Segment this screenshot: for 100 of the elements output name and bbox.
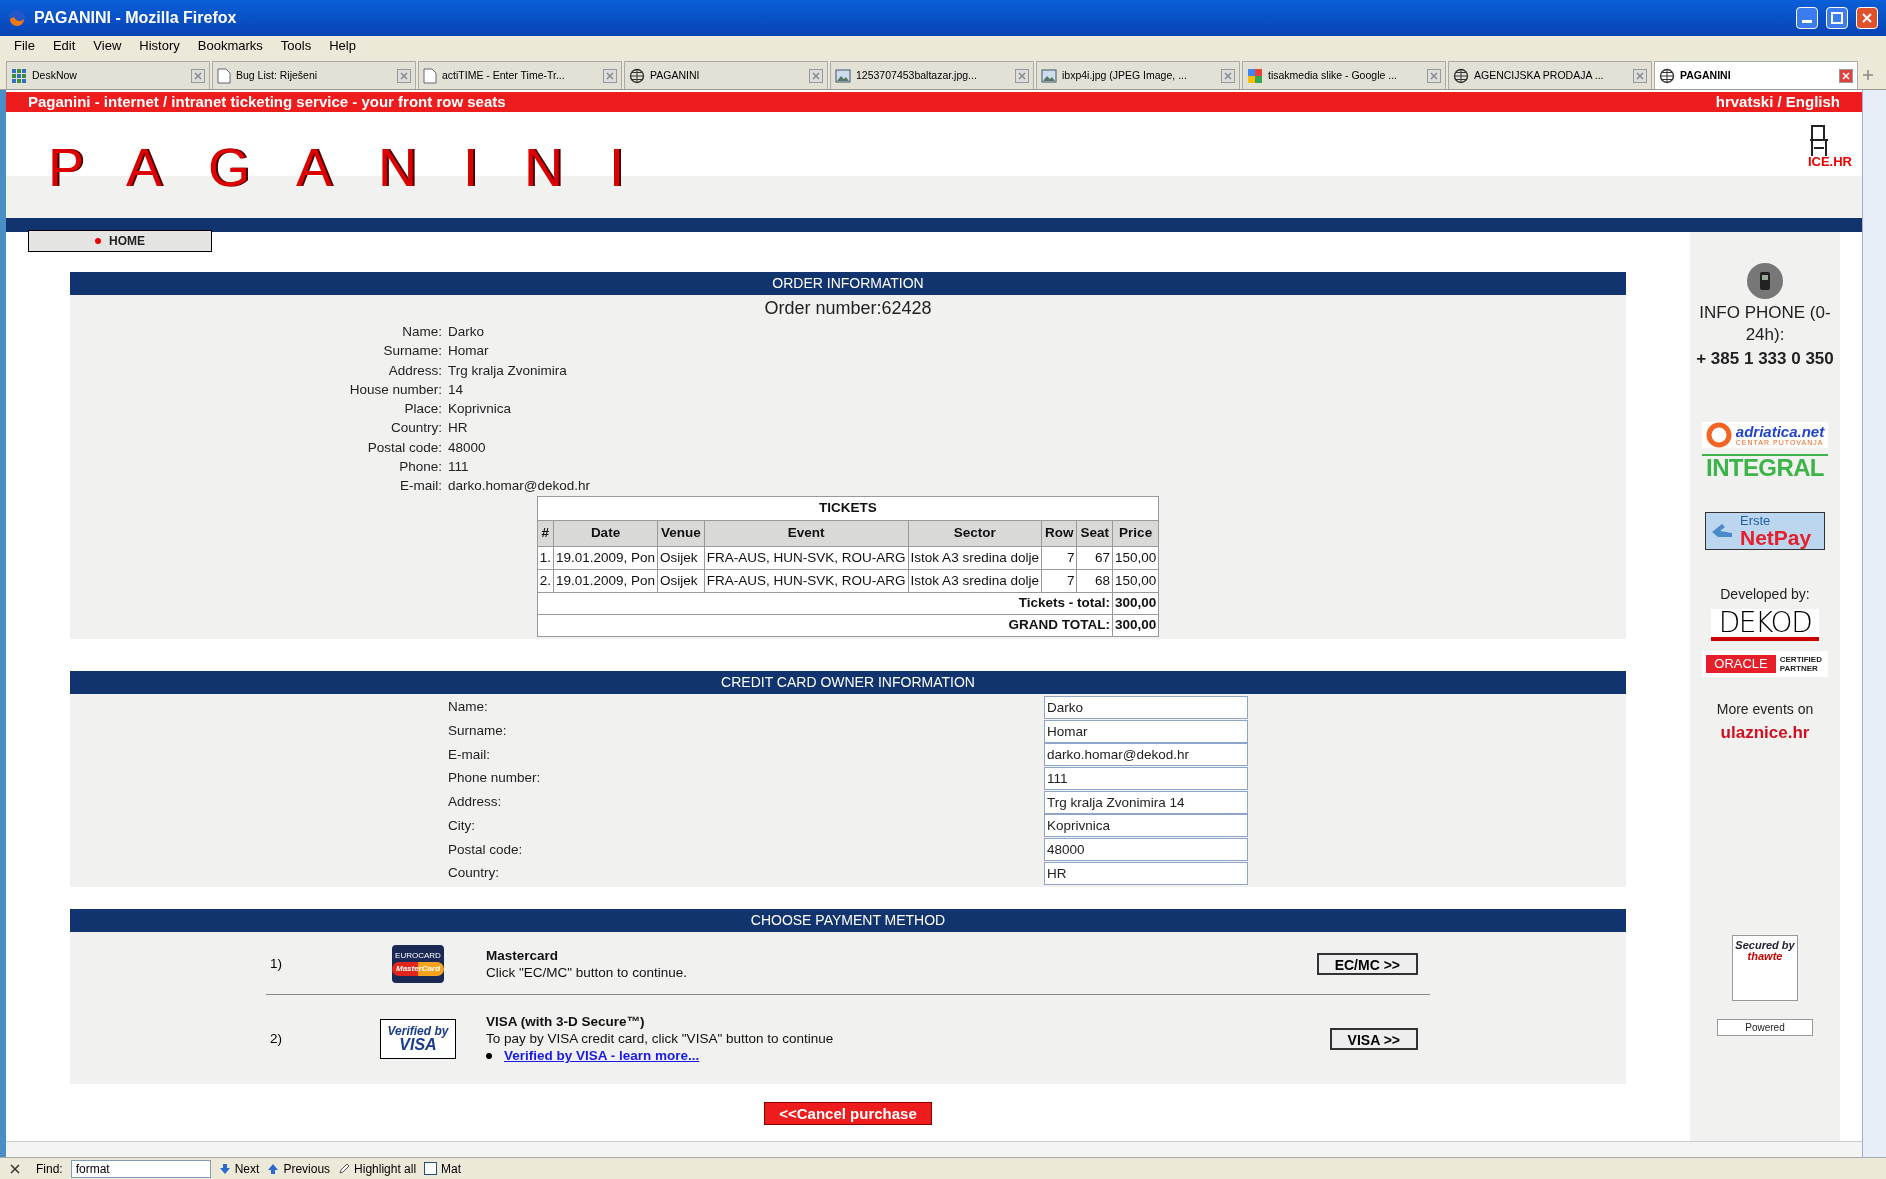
menu-item[interactable]: File: [14, 36, 35, 56]
tab-label: tisakmedia slike - Google ...: [1268, 67, 1398, 83]
new-tab-icon[interactable]: [1860, 67, 1876, 83]
field-label: Surname:: [382, 342, 442, 361]
find-label: Find:: [36, 1160, 63, 1178]
field-value: Darko: [448, 323, 485, 341]
down-arrow-icon: [218, 1162, 231, 1175]
tab-label: DeskNow: [32, 67, 78, 83]
mobile-phone-icon: [1746, 262, 1784, 300]
page-icon: [423, 67, 437, 84]
tab-label: AGENCIJSKA PRODAJA ...: [1474, 67, 1605, 83]
window-title: PAGANINI - Mozilla Firefox: [34, 8, 238, 28]
browser-tab[interactable]: AGENCIJSKA PRODAJA ...: [1448, 61, 1652, 89]
field-value: HR: [448, 419, 469, 438]
input-field[interactable]: Koprivnica: [1044, 814, 1248, 838]
browser-icon: [8, 9, 26, 27]
field-value: 14: [448, 380, 465, 399]
maximize-button[interactable]: [1826, 7, 1848, 29]
payment-button[interactable]: EC/MC >>: [1316, 953, 1418, 976]
pencil-icon: [338, 1162, 351, 1175]
menu-item[interactable]: View: [93, 36, 122, 56]
minimize-button[interactable]: [1796, 7, 1818, 29]
method-number: 1): [269, 955, 283, 974]
oracle-partner-logo: ORACLE CERTIFIED PARTNER: [1702, 650, 1828, 677]
table-cell: Istok A3 sredina dolje: [908, 546, 1042, 570]
powered-badge: Powered: [1717, 1019, 1813, 1036]
field-label: E-mail:: [399, 477, 442, 496]
nav-button[interactable]: HOME: [28, 230, 212, 252]
find-next-button[interactable]: Next: [218, 1159, 260, 1178]
tab-label: PAGANINI: [650, 67, 701, 83]
field-value: darko.homar@dekod.hr: [448, 477, 592, 496]
browser-tab[interactable]: actiTIME - Enter Time-Tr...: [418, 61, 622, 89]
field-label: Country:: [448, 864, 501, 883]
table-cell: 67: [1076, 546, 1113, 570]
column-header: Event: [704, 520, 909, 547]
learn-more-link[interactable]: Verified by VISA - learn more...: [504, 1047, 700, 1065]
more-events-label: More events on: [1716, 699, 1814, 719]
input-field[interactable]: Homar: [1044, 719, 1248, 743]
input-field[interactable]: 48000: [1044, 838, 1248, 862]
globe-icon: [1659, 67, 1675, 84]
paganini-logo: PAGANINI: [48, 140, 671, 194]
table-cell: FRA-AUS, HUN-SVK, ROU-ARG: [704, 546, 909, 570]
close-button[interactable]: [1856, 7, 1878, 29]
menu-item[interactable]: Tools: [280, 36, 312, 56]
browser-tab[interactable]: tisakmedia slike - Google ...: [1242, 61, 1446, 89]
input-field[interactable]: 111: [1044, 767, 1248, 791]
bullet-icon: [486, 1052, 492, 1059]
menu-item[interactable]: History: [139, 36, 180, 56]
order-number: Order number:62428: [763, 297, 933, 320]
language-links[interactable]: hrvatski / English: [1715, 90, 1840, 114]
browser-tab[interactable]: 1253707453baltazar.jpg...: [830, 61, 1034, 89]
globe-icon: [1453, 67, 1469, 84]
menu-item[interactable]: Edit: [52, 36, 76, 56]
browser-tab[interactable]: PAGANINI: [624, 61, 828, 89]
horizontal-scrollbar[interactable]: [6, 1141, 1862, 1157]
payment-button[interactable]: VISA >>: [1329, 1027, 1418, 1050]
input-field[interactable]: Darko: [1044, 696, 1248, 719]
developed-by-label: Developed by:: [1720, 584, 1810, 604]
menu-item[interactable]: Help: [329, 36, 356, 56]
table-cell: 2.: [537, 569, 554, 593]
table-title: TICKETS: [537, 496, 1159, 521]
field-label: Name:: [448, 698, 489, 717]
input-field[interactable]: darko.homar@dekod.hr: [1044, 743, 1248, 767]
image-icon: [835, 67, 851, 84]
field-label: Address:: [448, 793, 503, 812]
input-field[interactable]: Trg kralja Zvonimira 14: [1044, 790, 1248, 814]
up-arrow-icon: [267, 1162, 280, 1175]
menu-item[interactable]: Bookmarks: [197, 36, 263, 56]
find-previous-button[interactable]: Previous: [267, 1159, 331, 1178]
field-label: Surname:: [448, 722, 508, 741]
field-value: 111: [448, 458, 470, 477]
field-label: Name:: [401, 323, 442, 341]
field-label: Country:: [389, 419, 442, 438]
browser-tab[interactable]: DeskNow: [6, 61, 210, 89]
find-field[interactable]: format: [70, 1159, 211, 1178]
match-case-label: Mat: [441, 1160, 462, 1178]
table-cell: Osijek: [657, 569, 705, 593]
input-field[interactable]: HR: [1044, 861, 1248, 885]
table-cell: 19.01.2009, Pon: [553, 569, 658, 593]
mastercard-logo: EUROCARD MasterCard: [392, 945, 444, 984]
total-label: Tickets - total:: [537, 592, 1113, 615]
browser-tab[interactable]: PAGANINI: [1654, 61, 1858, 89]
browser-tab[interactable]: ibxp4i.jpg (JPEG Image, ...: [1036, 61, 1240, 89]
close-icon: [1861, 12, 1873, 24]
vertical-scrollbar[interactable]: [1862, 90, 1886, 1157]
browser-tab[interactable]: Bug List: Riješeni: [212, 61, 416, 89]
method-description: Click "EC/MC" button to continue.: [486, 964, 688, 982]
total-label: GRAND TOTAL:: [537, 614, 1113, 637]
close-icon[interactable]: [10, 1163, 20, 1174]
highlight-all-button[interactable]: Highlight all: [338, 1159, 417, 1178]
table-cell: FRA-AUS, HUN-SVK, ROU-ARG: [704, 569, 909, 593]
verified-by-visa-logo: Verified by VISA: [380, 1018, 456, 1059]
netpay-logo: Erste NetPay: [1705, 511, 1825, 550]
section-header: ORDER INFORMATION: [70, 272, 1626, 295]
match-case-checkbox[interactable]: [424, 1162, 438, 1175]
cancel-purchase-button[interactable]: <<Cancel purchase: [764, 1102, 932, 1126]
field-label: House number:: [348, 380, 442, 399]
table-cell: 150,00: [1112, 546, 1159, 570]
table-cell: 68: [1076, 569, 1113, 593]
ulaznice-link[interactable]: ulaznice.hr: [1720, 719, 1810, 745]
